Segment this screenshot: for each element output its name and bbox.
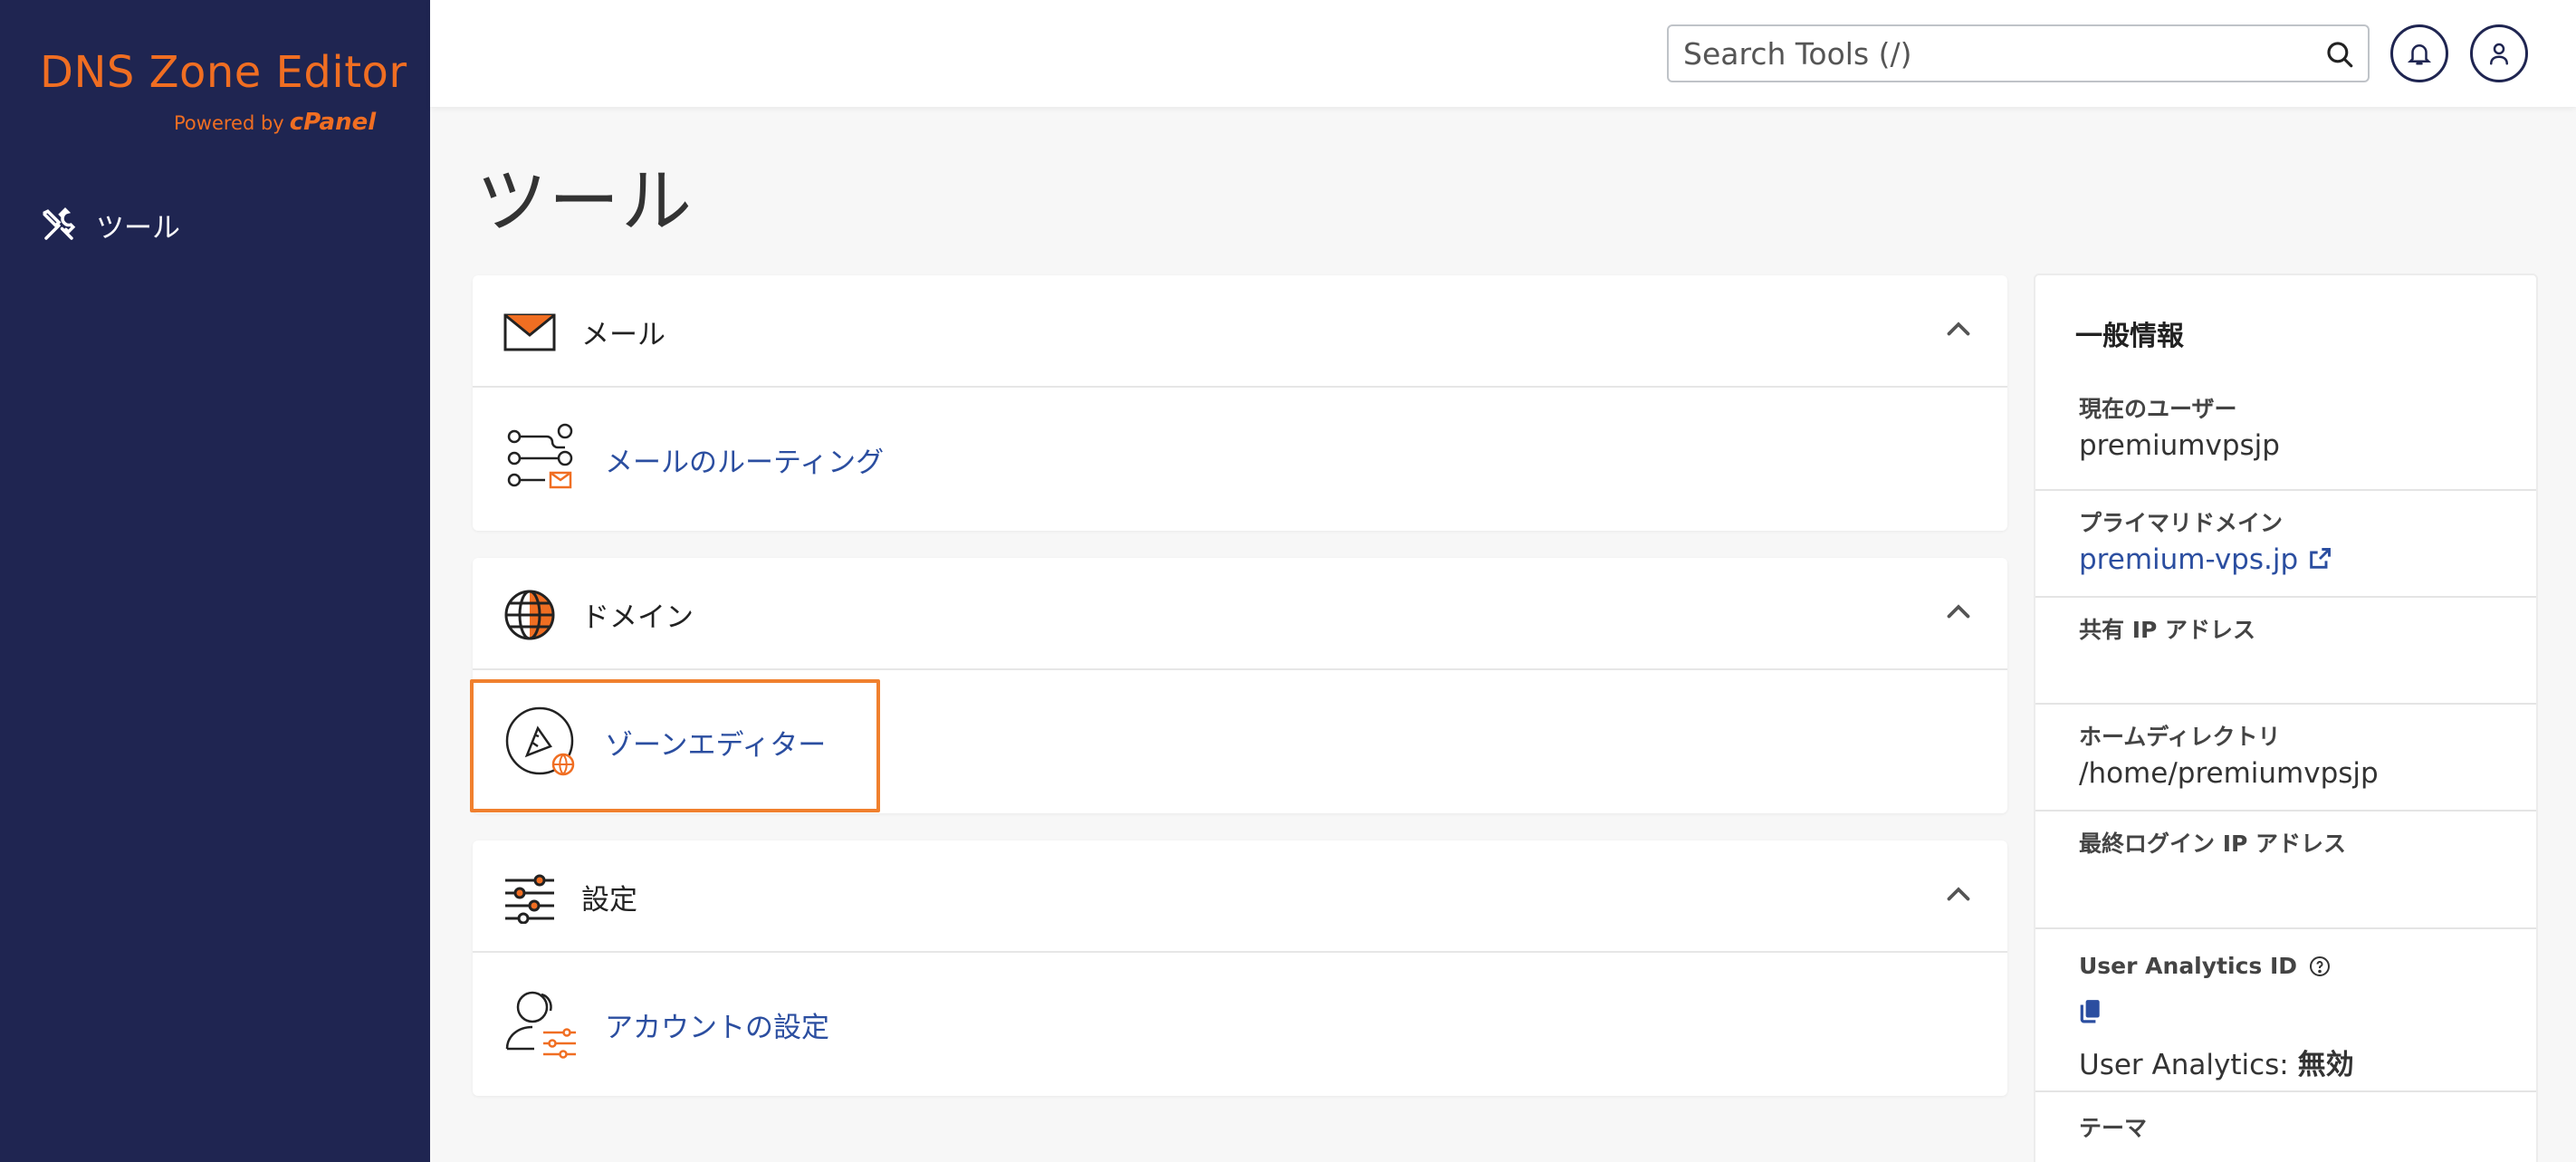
- tool-label: アカウントの設定: [605, 1011, 829, 1044]
- sidebar: DNS Zone Editor Powered by cPanel ツール: [0, 0, 430, 1162]
- info-label: ホームディレクトリ: [2079, 724, 2281, 750]
- page-title: ツール: [476, 161, 694, 243]
- tool-zone-editor[interactable]: ゾーンエディター: [503, 705, 826, 779]
- panel-title: ドメイン: [581, 601, 694, 634]
- analytics-status-label: User Analytics:: [2079, 1049, 2289, 1081]
- panel-header-email[interactable]: メール: [473, 275, 2007, 388]
- general-info-title: 一般情報: [2075, 321, 2184, 352]
- copy-icon[interactable]: [2079, 998, 2102, 1023]
- panel-header-domains[interactable]: ドメイン: [473, 558, 2007, 670]
- tool-account-settings[interactable]: アカウントの設定: [503, 987, 829, 1061]
- panel-body-email: メールのルーティング: [473, 388, 2007, 528]
- tool-label: ゾーンエディター: [605, 728, 827, 762]
- info-current-user: 現在のユーザー premiumvpsjp: [2035, 373, 2536, 491]
- panel-body-preferences: アカウントの設定: [473, 953, 2007, 1093]
- tool-label: メールのルーティング: [605, 446, 885, 479]
- info-shared-ip: 共有 IP アドレス: [2035, 598, 2536, 705]
- cpanel-logo: cPanel: [289, 109, 377, 136]
- panel-email: メール メールのルーティング: [473, 275, 2007, 531]
- primary-domain-link[interactable]: premium-vps.jp: [2079, 543, 2332, 576]
- info-label: プライマリドメイン: [2079, 510, 2284, 536]
- email-routing-icon: [507, 423, 573, 489]
- info-value: premiumvpsjp: [2079, 429, 2280, 462]
- user-menu-button[interactable]: [2470, 24, 2528, 82]
- info-label: 最終ログイン IP アドレス: [2079, 831, 2347, 857]
- info-user-analytics: User Analytics ID User Analytics: 無効: [2035, 929, 2536, 1092]
- panel-domains: ドメイン ゾーンエディター: [473, 558, 2007, 813]
- powered-by: Powered by cPanel: [174, 109, 376, 136]
- brand-title: DNS Zone Editor: [40, 47, 407, 98]
- info-label: 現在のユーザー: [2079, 396, 2237, 422]
- sidebar-item-label: ツール: [96, 212, 180, 245]
- panel-body-domains: ゾーンエディター: [473, 670, 2007, 811]
- help-icon[interactable]: [2309, 956, 2331, 977]
- general-info-panel: 一般情報 現在のユーザー premiumvpsjp プライマリドメイン prem…: [2034, 274, 2538, 1162]
- chevron-up-icon[interactable]: [1942, 596, 1975, 629]
- user-icon: [2490, 43, 2508, 65]
- info-last-login-ip: 最終ログイン IP アドレス: [2035, 811, 2536, 929]
- external-link-icon: [2310, 548, 2331, 569]
- info-home-directory: ホームディレクトリ /home/premiumvpsjp: [2035, 705, 2536, 811]
- sliders-icon: [505, 874, 554, 924]
- account-settings-icon: [505, 991, 576, 1059]
- search-box[interactable]: [1667, 24, 2370, 82]
- info-label: テーマ: [2079, 1115, 2148, 1141]
- powered-by-text: Powered by: [174, 112, 284, 134]
- notifications-button[interactable]: [2390, 24, 2448, 82]
- tools-icon: [43, 206, 76, 240]
- analytics-status: User Analytics: 無効: [2079, 1042, 2354, 1082]
- brand-logo[interactable]: DNS Zone Editor Powered by cPanel: [40, 47, 407, 136]
- info-label: 共有 IP アドレス: [2079, 617, 2256, 643]
- analytics-status-value: 無効: [2297, 1049, 2354, 1081]
- panel-header-preferences[interactable]: 設定: [473, 840, 2007, 953]
- panel-title: メール: [581, 319, 666, 351]
- search-icon[interactable]: [2324, 39, 2355, 70]
- panel-preferences: 設定 アカウントの設定: [473, 840, 2007, 1096]
- info-label: User Analytics ID: [2079, 953, 2331, 979]
- envelope-icon: [503, 313, 556, 351]
- zone-editor-icon: [505, 706, 575, 776]
- sidebar-item-tools[interactable]: ツール: [40, 205, 180, 245]
- info-value: /home/premiumvpsjp: [2079, 757, 2379, 790]
- primary-domain-text: premium-vps.jp: [2079, 543, 2299, 576]
- search-input[interactable]: [1669, 26, 2303, 81]
- tool-email-routing[interactable]: メールのルーティング: [503, 422, 884, 496]
- info-primary-domain: プライマリドメイン premium-vps.jp: [2035, 491, 2536, 598]
- panel-title: 設定: [581, 884, 637, 917]
- globe-icon: [504, 590, 555, 640]
- info-theme: テーマ: [2035, 1092, 2536, 1162]
- chevron-up-icon[interactable]: [1942, 879, 1975, 911]
- chevron-up-icon[interactable]: [1942, 313, 1975, 346]
- bell-icon: [2407, 44, 2432, 65]
- analytics-id-label: User Analytics ID: [2079, 953, 2298, 979]
